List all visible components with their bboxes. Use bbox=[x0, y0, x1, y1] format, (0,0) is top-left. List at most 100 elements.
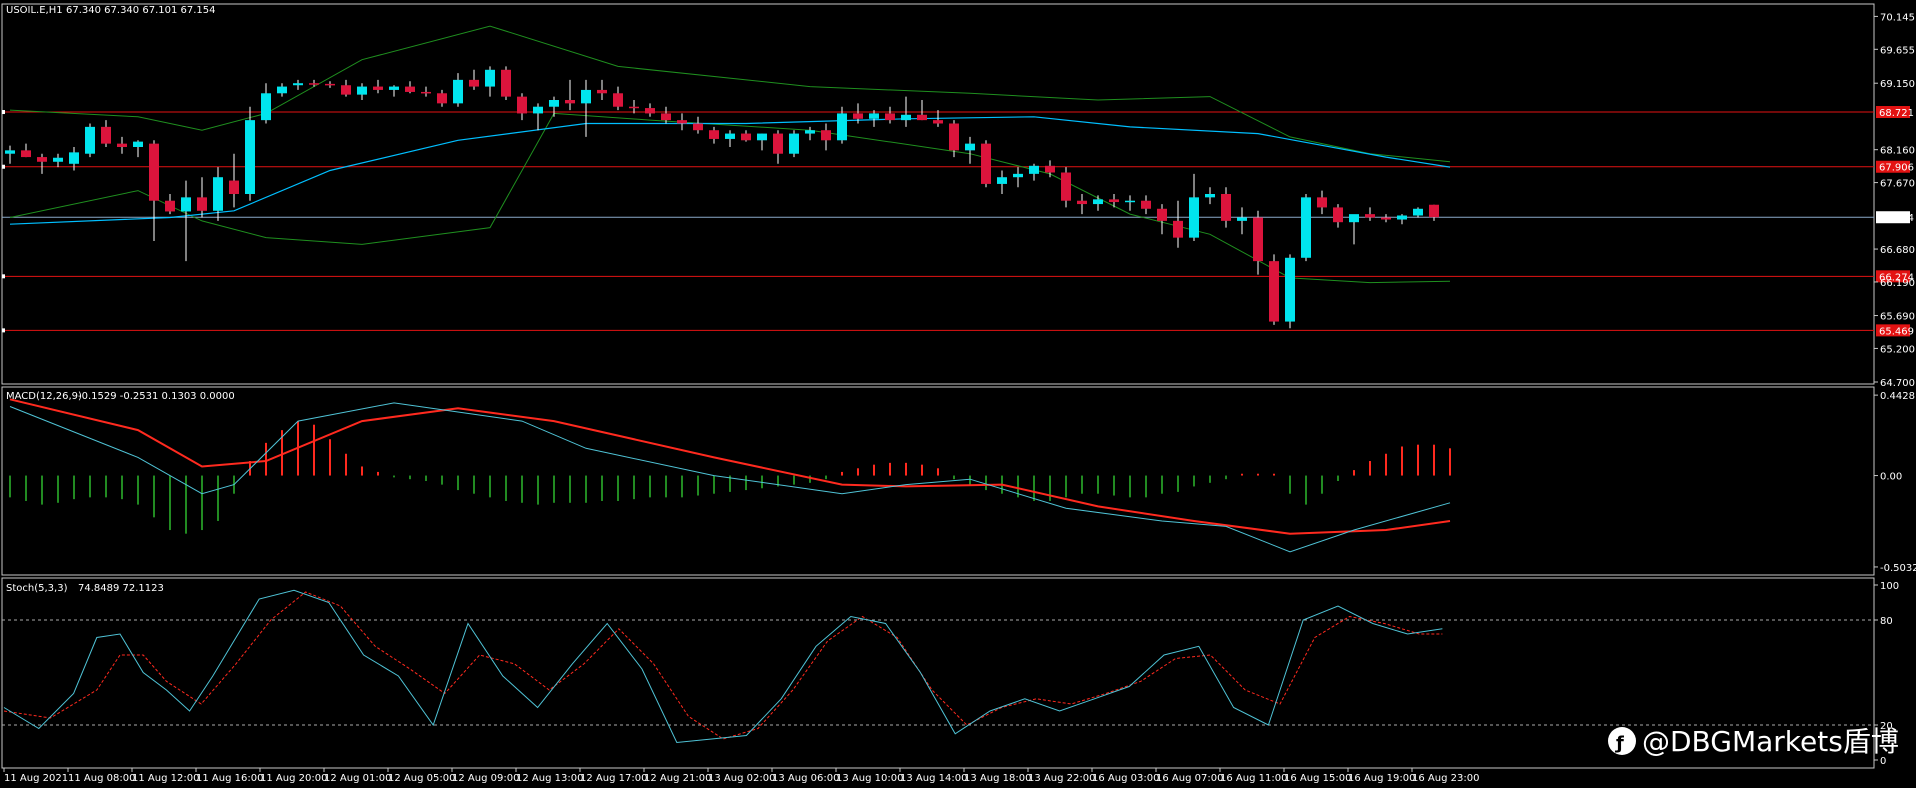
watermark-text: @DBGMarkets盾博 bbox=[1642, 725, 1899, 758]
candle-bear bbox=[165, 200, 175, 212]
candle-bear bbox=[709, 130, 719, 139]
chart-canvas[interactable]: 68.72167.90666.27465.46967.15470.14569.6… bbox=[0, 0, 1916, 788]
level-line-handle[interactable] bbox=[2, 328, 5, 333]
current-price-label: 67.154 bbox=[1879, 213, 1914, 224]
chart-ohlc: 67.340 67.340 67.101 67.154 bbox=[66, 5, 216, 16]
candle-bear bbox=[981, 143, 991, 184]
candle-bull bbox=[1029, 165, 1039, 174]
time-tick-label: 11 Aug 16:00 bbox=[196, 773, 263, 784]
level-line-handle[interactable] bbox=[2, 164, 5, 169]
candle-bear bbox=[661, 113, 671, 121]
candle-bull bbox=[901, 114, 911, 121]
macd-tick-label: 0.4428 bbox=[1880, 391, 1915, 402]
candle-bull bbox=[357, 86, 367, 95]
price-tick-label: 65.200 bbox=[1880, 344, 1915, 355]
candle-bear bbox=[629, 106, 639, 109]
time-tick-label: 16 Aug 23:00 bbox=[1412, 773, 1479, 784]
macd-values: -0.1529 -0.2531 0.1303 0.0000 bbox=[78, 391, 235, 402]
price-tick-label: 66.190 bbox=[1880, 278, 1915, 289]
candle-bear bbox=[565, 100, 575, 104]
candle-bull bbox=[725, 133, 735, 139]
candle-bull bbox=[293, 83, 303, 86]
stoch-values: 74.8489 72.1123 bbox=[78, 583, 164, 594]
candle-bear bbox=[821, 130, 831, 141]
candle-bear bbox=[325, 83, 335, 86]
candle-bull bbox=[245, 120, 255, 194]
level-price-label: 65.469 bbox=[1879, 326, 1914, 337]
level-line-handle[interactable] bbox=[2, 110, 5, 115]
time-tick-label: 11 Aug 08:00 bbox=[68, 773, 135, 784]
macd-title: MACD(12,26,9) bbox=[6, 391, 82, 402]
candle-bull bbox=[5, 150, 15, 154]
time-tick-label: 16 Aug 19:00 bbox=[1348, 773, 1415, 784]
candle-bear bbox=[501, 69, 511, 97]
candle-bull bbox=[453, 79, 463, 104]
candle-bear bbox=[917, 114, 927, 121]
candle-bull bbox=[965, 143, 975, 151]
candle-bull bbox=[997, 177, 1007, 184]
candle-bear bbox=[1365, 214, 1375, 218]
candle-bear bbox=[1381, 217, 1391, 220]
candle-bear bbox=[677, 120, 687, 124]
candle-bull bbox=[1285, 257, 1295, 322]
candle-bear bbox=[437, 93, 447, 104]
price-tick-label: 68.160 bbox=[1880, 146, 1915, 157]
candle-bear bbox=[373, 86, 383, 90]
candle-bear bbox=[309, 83, 319, 85]
stoch-tick-label: 80 bbox=[1880, 616, 1893, 627]
candle-bull bbox=[757, 133, 767, 141]
candle-bear bbox=[1157, 208, 1167, 221]
candle-bear bbox=[229, 180, 239, 194]
price-tick-label: 70.145 bbox=[1880, 12, 1915, 23]
time-tick-label: 13 Aug 18:00 bbox=[964, 773, 1031, 784]
candle-bear bbox=[885, 113, 895, 121]
candle-bear bbox=[773, 133, 783, 154]
candle-bear bbox=[613, 93, 623, 107]
candle-bull bbox=[549, 100, 559, 107]
candle-bear bbox=[1045, 165, 1055, 173]
candle-bull bbox=[805, 130, 815, 134]
candle-bull bbox=[485, 69, 495, 87]
stoch-tick-label: 100 bbox=[1880, 581, 1899, 592]
candle-bull bbox=[389, 86, 399, 90]
candle-bear bbox=[21, 150, 31, 158]
time-tick-label: 12 Aug 17:00 bbox=[580, 773, 647, 784]
price-tick-label: 67.670 bbox=[1880, 179, 1915, 190]
candle-bear bbox=[1253, 217, 1263, 262]
candle-bear bbox=[469, 79, 479, 87]
level-line-handle[interactable] bbox=[2, 274, 5, 279]
candle-bull bbox=[213, 177, 223, 211]
candle-bull bbox=[277, 86, 287, 94]
candle-bear bbox=[1061, 172, 1071, 201]
candle-bear bbox=[149, 143, 159, 201]
candle-bear bbox=[1141, 200, 1151, 209]
candle-bull bbox=[85, 126, 95, 154]
candle-bear bbox=[645, 108, 655, 114]
candle-bull bbox=[181, 197, 191, 212]
time-tick-label: 11 Aug 2021 bbox=[4, 773, 68, 784]
candle-bear bbox=[101, 126, 111, 144]
price-tick-label: 69.150 bbox=[1880, 79, 1915, 90]
stoch-title: Stoch(5,3,3) bbox=[6, 583, 68, 594]
time-tick-label: 13 Aug 02:00 bbox=[708, 773, 775, 784]
time-tick-label: 12 Aug 13:00 bbox=[516, 773, 583, 784]
candle-bear bbox=[1077, 200, 1087, 205]
candle-bear bbox=[949, 123, 959, 151]
macd-tick-label: -0.5032 bbox=[1880, 563, 1916, 574]
candle-bear bbox=[1269, 261, 1279, 322]
candle-bull bbox=[789, 133, 799, 154]
candle-bull bbox=[261, 93, 271, 121]
time-tick-label: 13 Aug 10:00 bbox=[836, 773, 903, 784]
candle-bull bbox=[533, 106, 543, 114]
price-tick-label: 65.690 bbox=[1880, 312, 1915, 323]
candle-bull bbox=[1205, 194, 1215, 198]
candle-bear bbox=[1429, 204, 1439, 218]
candle-bear bbox=[597, 89, 607, 94]
candle-bear bbox=[517, 96, 527, 114]
candle-bear bbox=[197, 197, 207, 211]
candle-bear bbox=[1109, 199, 1119, 203]
price-tick-label: 64.700 bbox=[1880, 378, 1915, 389]
macd-tick-label: 0.00 bbox=[1880, 472, 1902, 483]
candle-bull bbox=[133, 141, 143, 147]
level-price-label: 67.906 bbox=[1879, 163, 1914, 174]
